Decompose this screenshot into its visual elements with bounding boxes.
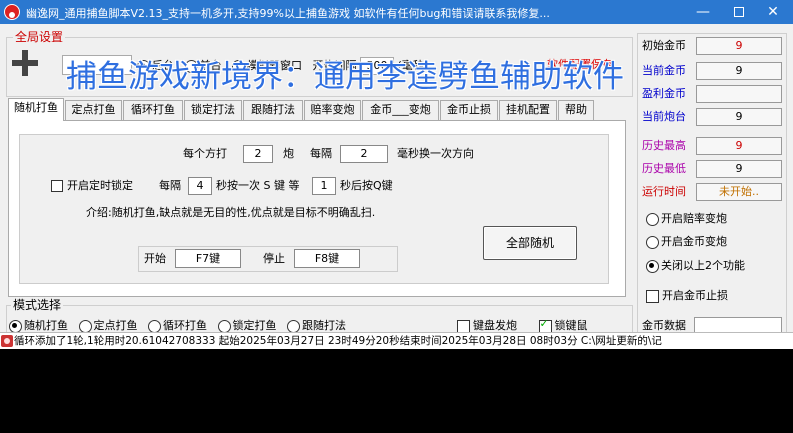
stat-initial-coins-value: 9 [696,37,782,55]
lock-wait-input[interactable]: 1 [312,177,336,195]
stat-label: 当前金币 [642,64,686,77]
tab-lock-mode[interactable]: 锁定打法 [184,100,242,120]
tab-idle-config[interactable]: 挂机配置 [499,100,557,120]
mode-follow[interactable]: 跟随打法 [287,319,346,332]
stat-current-coins-value: 9 [696,62,782,80]
every-label: 每隔 [310,147,332,160]
direction-change-unit: 毫秒换一次方向 [397,147,474,160]
random-intro-text: 介绍:随机打鱼,缺点就是无目的性,优点就是目标不明确乱扫. [86,206,376,219]
stat-label: 盈利金币 [642,87,686,100]
stat-label: 初始金币 [642,39,686,52]
tab-follow-mode[interactable]: 跟随打法 [243,100,303,120]
tab-coin-stop-loss[interactable]: 金币止损 [440,100,498,120]
tab-loop-fishing[interactable]: 循环打鱼 [123,100,183,120]
start-hotkey-field[interactable]: F7键 [175,249,241,268]
shots-unit-label: 炮 [283,147,294,160]
mode-select-group: 模式选择 随机打鱼 定点打鱼 循环打鱼 锁定打鱼 跟随打法 键盘发炮 锁键鼠 [6,299,633,332]
tab-fixed-point[interactable]: 定点打鱼 [65,100,122,120]
status-log-text: 循环添加了1轮,1轮用时20.61042708333 起始2025年03月27日… [14,335,662,347]
global-settings-legend: 全局设置 [13,30,66,44]
all-random-button[interactable]: 全部随机 [483,226,577,260]
random-fishing-panel: 每个方打 2 炮 每隔 2 毫秒换一次方向 开启定时锁定 每隔 4 秒按一次 S… [8,120,626,297]
lock-every-label: 每隔 [159,179,181,192]
timer-lock-checkbox[interactable] [51,180,63,192]
status-log-bar: 循环添加了1轮,1轮用时20.61042708333 起始2025年03月27日… [0,332,793,349]
stop-hotkey-field[interactable]: F8键 [294,249,360,268]
stop-label: 停止 [263,252,285,265]
stat-label: 当前炮台 [642,110,686,123]
minimize-button[interactable]: — [683,0,723,24]
app-fish-icon [4,4,20,20]
lock-key-mouse-checkbox[interactable]: 锁键鼠 [538,317,588,332]
shots-per-direction-input[interactable]: 2 [243,145,273,163]
tab-coin-cannon[interactable]: 金币___变炮 [362,100,439,120]
stat-label: 历史最高 [642,139,686,152]
maximize-icon [734,7,744,17]
direction-change-interval-input[interactable]: 2 [340,145,388,163]
coin-data-field[interactable] [694,317,782,332]
odds-cannon-radio[interactable]: 开启赔率变炮 [646,212,727,226]
close-button[interactable]: ✕ [753,0,793,24]
hotkey-frame: 开始 F7键 停止 F8键 [138,246,398,272]
stat-current-cannon-value: 9 [696,108,782,126]
random-settings-area: 每个方打 2 炮 每隔 2 毫秒换一次方向 开启定时锁定 每隔 4 秒按一次 S… [19,134,609,284]
timer-lock-label: 开启定时锁定 [67,179,133,192]
stat-run-time-value: 未开始.. [696,183,782,201]
stats-panel: 初始金币 9 当前金币 9 盈利金币 当前炮台 9 历史最高 9 历史最低 9 … [637,33,787,332]
stat-history-high-value: 9 [696,137,782,155]
tab-help[interactable]: 帮助 [558,100,594,120]
stat-profit-coins-value [696,85,782,103]
stat-label: 历史最低 [642,162,686,175]
mode-select-legend: 模式选择 [11,298,64,312]
mode-random[interactable]: 随机打鱼 [9,319,68,332]
window-title: 幽逸网_通用捕鱼脚本V2.13_支持一机多开,支持99%以上捕鱼游戏 如软件有任… [26,7,550,20]
lock-release-text: 秒后按Q键 [340,179,393,192]
log-icon [1,335,13,347]
main-window: 幽逸网_通用捕鱼脚本V2.13_支持一机多开,支持99%以上捕鱼游戏 如软件有任… [0,0,793,332]
mode-loop[interactable]: 循环打鱼 [148,319,207,332]
disable-both-radio[interactable]: 关闭以上2个功能 [646,259,745,273]
mode-options: 键盘发炮 锁键鼠 [457,317,606,332]
title-bar[interactable]: 幽逸网_通用捕鱼脚本V2.13_支持一机多开,支持99%以上捕鱼游戏 如软件有任… [0,0,793,24]
lock-press-text: 秒按一次 S 键 等 [216,179,300,192]
stat-label: 运行时间 [642,185,686,198]
coin-cannon-radio[interactable]: 开启金币变炮 [646,235,727,249]
mode-lock[interactable]: 锁定打鱼 [217,319,277,332]
lock-interval-input[interactable]: 4 [188,177,212,195]
keyboard-fire-checkbox[interactable]: 键盘发炮 [457,319,517,332]
mode-fixed-point[interactable]: 定点打鱼 [78,319,138,332]
crosshair-drag-icon[interactable] [12,50,38,76]
stat-history-low-value: 9 [696,160,782,178]
coin-stop-loss-checkbox[interactable]: 开启金币止损 [646,289,728,303]
coin-data-label: 金币数据 [642,319,686,332]
tab-random-fishing[interactable]: 随机打鱼 [8,98,64,121]
promo-watermark: 捕鱼游戏新境界：通用李逵劈鱼辅助软件 [66,59,624,95]
tab-odds-cannon[interactable]: 赔率变炮 [304,100,361,120]
start-label: 开始 [144,252,166,265]
each-direction-label: 每个方打 [183,147,227,160]
mode-radio-group: 随机打鱼 定点打鱼 循环打鱼 锁定打鱼 跟随打法 [9,319,353,332]
